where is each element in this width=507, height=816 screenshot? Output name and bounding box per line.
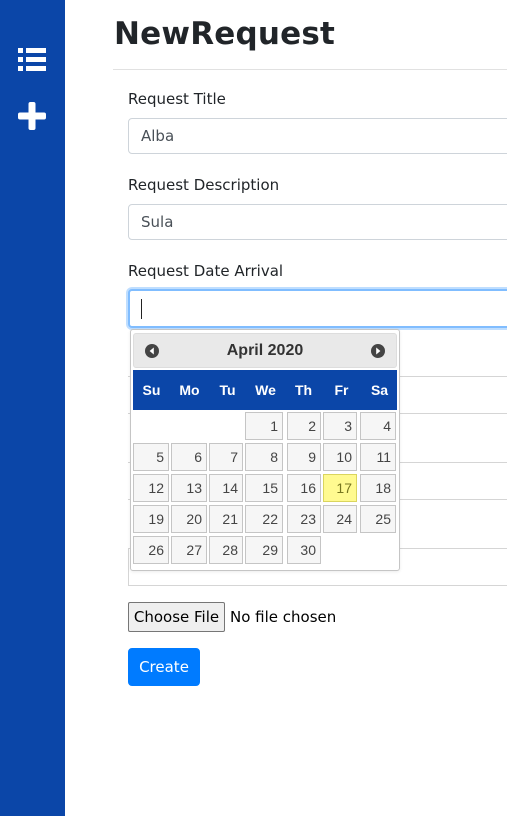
calendar-day[interactable]: 6 [171, 443, 207, 471]
page-title: NewRequest [114, 16, 336, 52]
calendar-day[interactable]: 23 [287, 505, 321, 533]
calendar-day[interactable]: 8 [245, 443, 283, 471]
calendar-day[interactable]: 10 [323, 443, 357, 471]
choose-file-button[interactable]: Choose File [128, 602, 225, 632]
datepicker-header: April 2020 [133, 333, 397, 368]
calendar-day[interactable]: 2 [287, 412, 321, 440]
calendar-day[interactable]: 29 [245, 536, 283, 564]
calendar-day[interactable]: 19 [133, 505, 169, 533]
sidebar [0, 0, 65, 816]
request-title-label: Request Title [128, 90, 226, 108]
request-title-input[interactable]: Alba [128, 118, 507, 154]
request-description-input[interactable]: Sula [128, 204, 507, 240]
calendar-day[interactable]: 25 [360, 505, 396, 533]
calendar-day[interactable]: 16 [287, 474, 321, 502]
calendar-day[interactable]: 18 [360, 474, 396, 502]
calendar-day[interactable]: 26 [133, 536, 169, 564]
request-date-label: Request Date Arrival [128, 262, 284, 280]
calendar-day[interactable]: 15 [245, 474, 283, 502]
weekday-label: Th [294, 382, 313, 398]
calendar-day[interactable]: 14 [209, 474, 243, 502]
request-date-input[interactable] [128, 289, 507, 328]
datepicker-popup: April 2020 Su Mo Tu We Th Fr Sa 12345678… [130, 329, 400, 571]
calendar-day[interactable]: 21 [209, 505, 243, 533]
hidden-field-border [128, 549, 129, 585]
weekday-label: Mo [179, 382, 200, 398]
calendar-day[interactable]: 13 [171, 474, 207, 502]
text-caret [141, 298, 142, 319]
weekday-label: We [255, 382, 276, 398]
list-icon[interactable] [16, 44, 48, 76]
request-description-label: Request Description [128, 176, 280, 194]
weekday-label: Tu [219, 382, 236, 398]
weekday-label: Sa [370, 382, 389, 398]
calendar-day[interactable]: 24 [323, 505, 357, 533]
calendar-day[interactable]: 20 [171, 505, 207, 533]
calendar-day[interactable]: 1 [245, 412, 283, 440]
calendar-day[interactable]: 27 [171, 536, 207, 564]
next-month-icon[interactable] [370, 343, 386, 359]
calendar-day[interactable]: 7 [209, 443, 243, 471]
calendar-day[interactable]: 28 [209, 536, 243, 564]
weekday-label: Fr [334, 382, 349, 398]
calendar-day[interactable]: 22 [245, 505, 283, 533]
calendar-day[interactable]: 4 [360, 412, 396, 440]
calendar-day[interactable]: 11 [360, 443, 396, 471]
title-divider [113, 69, 507, 70]
weekday-header: Su Mo Tu We Th Fr Sa [133, 370, 397, 410]
calendar-day-today[interactable]: 17 [323, 474, 357, 502]
calendar-day[interactable]: 12 [133, 474, 169, 502]
calendar-day[interactable]: 30 [287, 536, 321, 564]
weekday-label: Su [142, 382, 161, 398]
plus-icon[interactable] [16, 100, 48, 132]
datepicker-month-title: April 2020 [226, 342, 304, 359]
hidden-field-border [128, 585, 507, 586]
create-button[interactable]: Create [128, 648, 200, 686]
file-status-text: No file chosen [230, 608, 337, 626]
calendar-day[interactable]: 3 [323, 412, 357, 440]
calendar-day[interactable]: 5 [133, 443, 169, 471]
calendar-day[interactable]: 9 [287, 443, 321, 471]
